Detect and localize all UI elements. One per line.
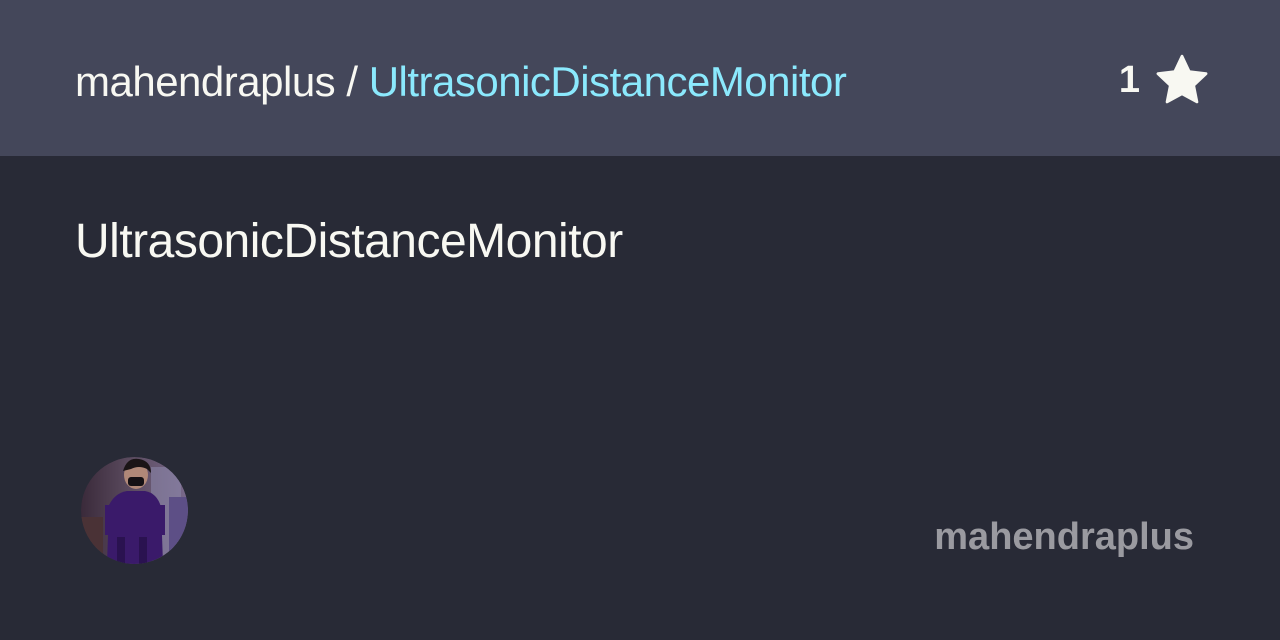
star-counter[interactable]: 1 — [1119, 52, 1210, 108]
user-avatar[interactable] — [81, 457, 188, 564]
breadcrumb-separator: / — [346, 58, 358, 105]
repo-breadcrumb: mahendraplus / UltrasonicDistanceMonitor — [75, 57, 847, 107]
repo-social-card: mahendraplus / UltrasonicDistanceMonitor… — [0, 0, 1280, 640]
owner-link[interactable]: mahendraplus — [75, 58, 336, 105]
star-icon — [1156, 54, 1208, 104]
repo-link[interactable]: UltrasonicDistanceMonitor — [369, 58, 847, 105]
card-header: mahendraplus / UltrasonicDistanceMonitor… — [0, 0, 1280, 156]
star-count: 1 — [1118, 58, 1140, 101]
username[interactable]: mahendraplus — [934, 516, 1194, 559]
repo-description: UltrasonicDistanceMonitor — [75, 215, 623, 268]
